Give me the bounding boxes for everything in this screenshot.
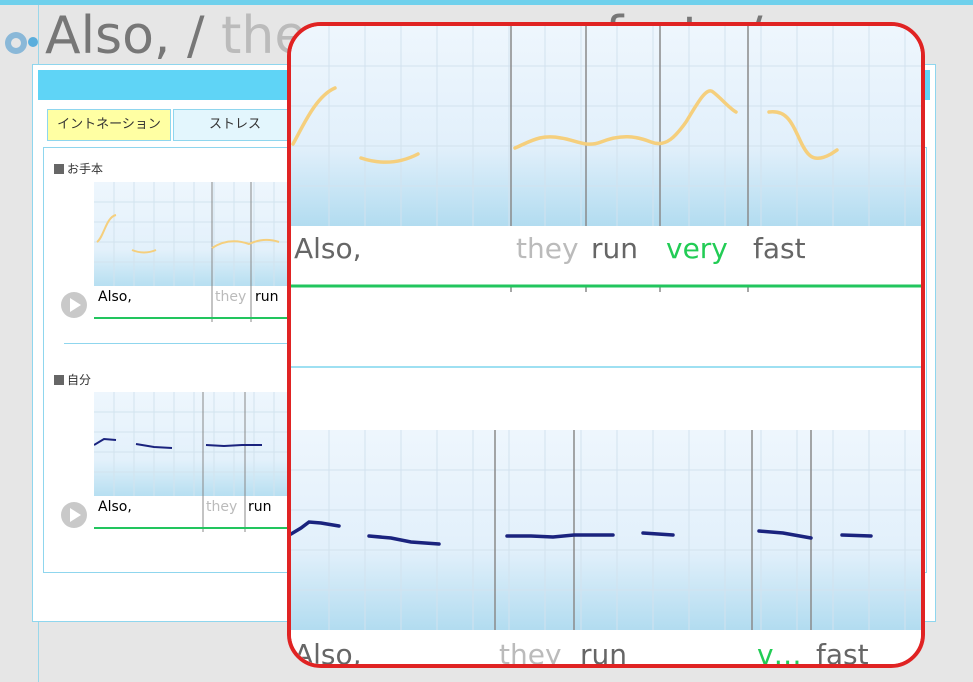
self-pitch-plot [291,430,921,630]
bullet-ring-icon [5,32,27,54]
model-word-run: run [591,232,638,265]
model-pitch-plot [291,26,921,226]
model-label-text: お手本 [67,162,104,176]
model-word-also: Also, [294,232,362,265]
bullet-dot-icon [28,37,38,47]
sentence-heading: Also, / the fast / v [45,6,836,66]
self-mini-word-they: they [206,499,238,515]
model-section-label: お手本 [54,160,103,177]
model-word-fast: fast [753,232,806,265]
self-label-text: 自分 [67,373,92,387]
self-word-they: they [499,638,562,664]
self-word-fast: fast [816,638,869,664]
screen: Also, / the fast / v イントネーション ストレス お手本 [0,0,973,682]
self-word-also: Also, [294,638,362,664]
self-mini-word-also: Also, [98,499,132,515]
zoom-callout: Also, they run very fast Also, they run … [287,22,925,668]
self-word-very: v… [757,638,802,664]
model-mini-word-they: they [215,289,247,305]
tab-intonation[interactable]: イントネーション [47,109,171,141]
top-border [0,0,973,5]
model-mini-word-run: run [255,289,279,305]
model-play-button[interactable] [61,292,87,318]
self-word-run: run [580,638,627,664]
zoomed-intonation-view: Also, they run very fast Also, they run … [291,26,921,664]
model-mini-word-also: Also, [98,289,132,305]
self-mini-word-run: run [248,499,272,515]
heading-text-main: Also, / [45,6,222,66]
model-word-they: they [516,232,579,265]
self-play-button[interactable] [61,502,87,528]
tab-stress[interactable]: ストレス [173,109,297,141]
model-word-very: very [666,232,728,265]
self-section-label: 自分 [54,371,91,388]
